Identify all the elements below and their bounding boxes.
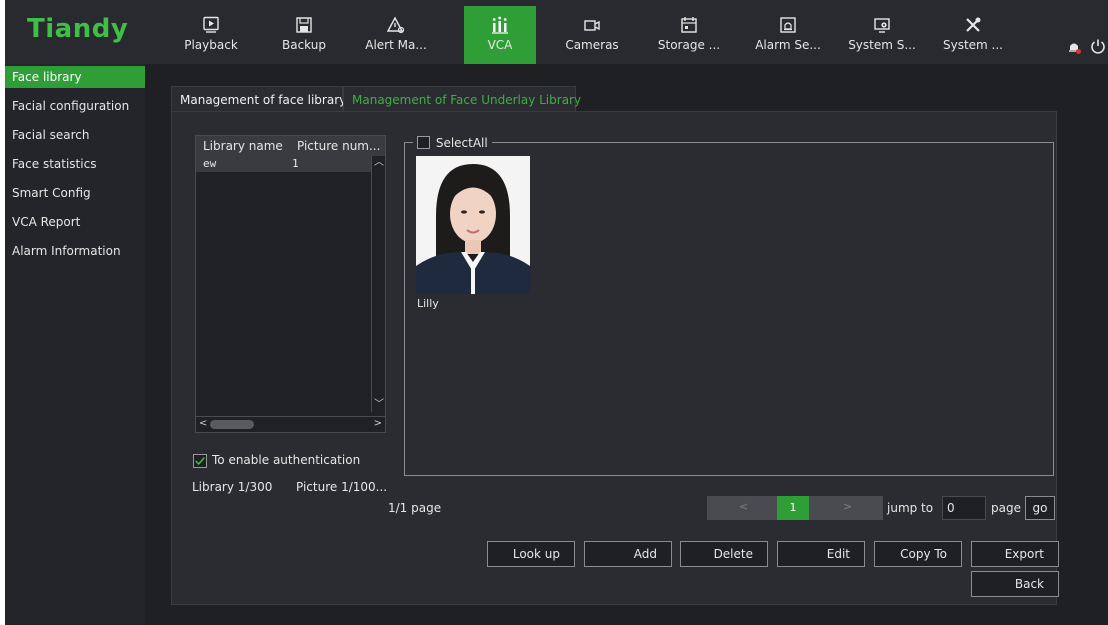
page-label: page	[991, 501, 1021, 515]
brand-logo: Tiandy	[27, 14, 129, 44]
next-page-button[interactable]: >	[843, 500, 852, 513]
authentication-label: To enable authentication	[212, 453, 361, 467]
picture-count: Picture 1/100...	[296, 480, 388, 494]
go-button[interactable]: go	[1025, 496, 1055, 520]
library-list-header: Library name Picture num...	[196, 136, 385, 156]
export-button[interactable]: Export	[971, 541, 1059, 567]
look-up-button[interactable]: Look up	[487, 541, 575, 567]
select-all[interactable]: SelectAll	[413, 135, 492, 150]
current-page-button[interactable]: 1	[777, 496, 809, 520]
tab-management-of-face-library[interactable]: Management of face library	[171, 86, 346, 112]
tools-icon	[964, 16, 982, 34]
vca-icon	[491, 16, 509, 34]
select-all-checkbox[interactable]	[417, 136, 430, 149]
save-icon	[295, 16, 313, 34]
scroll-down-icon[interactable]: ﹀	[374, 400, 384, 410]
scroll-up-icon[interactable]: ︿	[374, 158, 384, 168]
camera-icon	[583, 16, 601, 34]
library-row-count: 1	[292, 157, 299, 170]
nav-storage[interactable]: Storage ...	[653, 6, 725, 64]
nav-alarm-settings[interactable]: Alarm Se...	[752, 6, 824, 64]
sidebar-item-facial-search[interactable]: Facial search	[5, 124, 145, 146]
delete-button[interactable]: Delete	[680, 541, 768, 567]
library-row-name: ew	[203, 157, 217, 170]
jump-page-input[interactable]	[942, 496, 986, 520]
nav-label: System S...	[848, 38, 916, 52]
nav-label: Alert Ma...	[365, 38, 427, 52]
library-row[interactable]: ew 1	[196, 156, 371, 172]
nav-label: VCA	[487, 38, 513, 52]
nav-label: Backup	[282, 38, 326, 52]
nav-label: Storage ...	[657, 38, 721, 52]
edit-button[interactable]: Edit	[777, 541, 865, 567]
scroll-right-icon[interactable]: >	[374, 419, 382, 429]
nav-system-settings[interactable]: System S...	[846, 6, 918, 64]
authentication-checkbox[interactable]	[193, 454, 207, 468]
sidebar-item-alarm-information[interactable]: Alarm Information	[5, 240, 145, 262]
alarm-icon	[779, 16, 797, 34]
nav-label: Playback	[184, 38, 238, 52]
page-info: 1/1 page	[388, 501, 442, 515]
sidebar: Face library Facial configuration Facial…	[5, 64, 145, 625]
top-navigation-bar: Tiandy Playback Backup Alert Ma... VCA C…	[5, 0, 1108, 64]
face-thumbnail[interactable]	[416, 156, 530, 294]
prev-page-button[interactable]: <	[739, 500, 748, 513]
sidebar-item-smart-config[interactable]: Smart Config	[5, 182, 145, 204]
notification-bell-icon[interactable]	[1066, 39, 1082, 55]
column-header-picture-num[interactable]: Picture num...	[297, 139, 380, 153]
back-button[interactable]: Back	[971, 571, 1059, 597]
library-count: Library 1/300	[192, 480, 273, 494]
main-content: Management of face library Management of…	[145, 64, 1108, 625]
nav-vca[interactable]: VCA	[464, 6, 536, 64]
storage-icon	[680, 16, 698, 34]
nav-label: Cameras	[565, 38, 619, 52]
nav-label: Alarm Se...	[755, 38, 821, 52]
power-icon[interactable]	[1090, 38, 1106, 54]
library-list[interactable]: Library name Picture num... ew 1 ︿ ﹀ < >	[195, 135, 386, 433]
sidebar-item-facial-configuration[interactable]: Facial configuration	[5, 95, 145, 117]
column-header-library-name[interactable]: Library name	[203, 139, 283, 153]
copy-to-button[interactable]: Copy To	[874, 541, 962, 567]
system-settings-icon	[873, 16, 891, 34]
face-name: Lilly	[417, 297, 439, 310]
scroll-left-icon[interactable]: <	[199, 419, 207, 429]
playback-icon	[202, 16, 220, 34]
tab-management-of-face-underlay-library[interactable]: Management of Face Underlay Library	[343, 86, 581, 112]
select-all-label: SelectAll	[435, 135, 488, 150]
add-button[interactable]: Add	[584, 541, 672, 567]
vertical-scrollbar[interactable]: ︿ ﹀	[371, 156, 385, 412]
jump-to-label: jump to	[887, 501, 934, 515]
nav-system-maintenance[interactable]: System ...	[937, 6, 1009, 64]
nav-label: System ...	[942, 38, 1003, 52]
horizontal-scrollbar[interactable]: < >	[196, 416, 385, 432]
nav-cameras[interactable]: Cameras	[556, 6, 628, 64]
nav-playback[interactable]: Playback	[175, 6, 247, 64]
sidebar-item-vca-report[interactable]: VCA Report	[5, 211, 145, 233]
scrollbar-thumb[interactable]	[210, 420, 254, 429]
sidebar-item-face-library[interactable]: Face library	[5, 66, 145, 88]
sidebar-item-face-statistics[interactable]: Face statistics	[5, 153, 145, 175]
alert-icon	[386, 16, 405, 34]
nav-alert-management[interactable]: Alert Ma...	[360, 6, 432, 64]
nav-backup[interactable]: Backup	[268, 6, 340, 64]
pager: < 1 >	[707, 496, 883, 520]
